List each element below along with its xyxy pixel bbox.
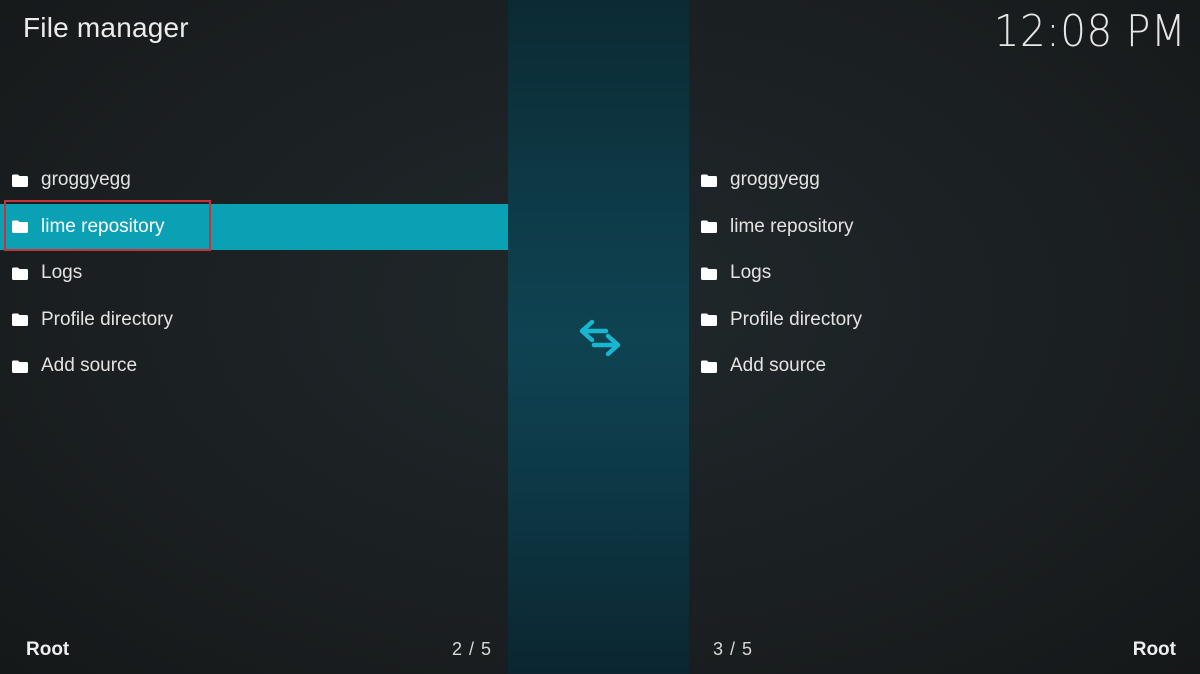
folder-icon xyxy=(701,313,717,327)
list-item[interactable]: Logs xyxy=(0,250,508,297)
right-footer-count: 3 / 5 xyxy=(713,639,754,659)
folder-icon xyxy=(701,220,717,234)
list-item[interactable]: lime repository xyxy=(689,204,1200,251)
right-file-pane: groggyegg lime repository Logs Profile d… xyxy=(689,0,1200,674)
folder-icon xyxy=(12,360,28,373)
list-item-label: lime repository xyxy=(730,215,854,237)
list-item[interactable]: Profile directory xyxy=(0,297,508,344)
left-footer-count: 2 / 5 xyxy=(452,639,493,659)
folder-icon xyxy=(701,174,717,187)
folder-icon xyxy=(701,360,717,373)
list-item-label: Profile directory xyxy=(730,308,862,330)
folder-icon xyxy=(701,267,717,280)
right-footer-path: Root xyxy=(1132,639,1176,660)
list-item-label: lime repository xyxy=(41,215,165,237)
folder-icon xyxy=(12,267,28,280)
swap-arrows-icon[interactable] xyxy=(578,318,622,358)
folder-icon xyxy=(12,174,28,187)
list-item-selected[interactable]: lime repository xyxy=(0,203,508,250)
list-item[interactable]: Add source xyxy=(689,343,1200,390)
left-file-pane: groggyegg lime repository Logs Profile d… xyxy=(0,0,508,674)
folder-icon xyxy=(12,313,28,327)
list-item-label: Logs xyxy=(730,262,772,284)
list-item-label: groggyegg xyxy=(41,169,131,191)
left-footer-path: Root xyxy=(26,639,70,660)
list-item[interactable]: groggyegg xyxy=(0,157,508,204)
list-item-label: Profile directory xyxy=(41,308,173,330)
list-item[interactable]: groggyegg xyxy=(689,157,1200,204)
list-item-label: Add source xyxy=(41,355,138,377)
left-file-list: groggyegg lime repository Logs Profile d… xyxy=(0,157,508,390)
list-item-label: Add source xyxy=(730,355,827,377)
list-item[interactable]: Profile directory xyxy=(689,297,1200,344)
folder-icon xyxy=(12,220,28,234)
list-item-label: groggyegg xyxy=(730,169,820,191)
list-item[interactable]: Logs xyxy=(689,250,1200,297)
right-file-list: groggyegg lime repository Logs Profile d… xyxy=(689,157,1200,390)
list-item-label: Logs xyxy=(41,262,83,284)
list-item[interactable]: Add source xyxy=(0,343,508,390)
